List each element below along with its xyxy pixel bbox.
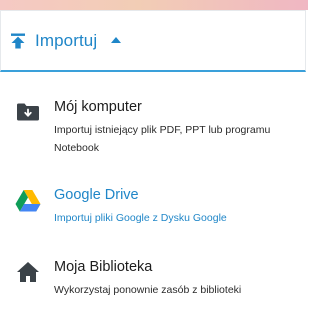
- menu-item-my-library[interactable]: Moja Biblioteka Wykorzystaj ponownie zas…: [14, 258, 300, 318]
- import-menu-panel: Importuj Mój komputer Importuj istniejąc…: [0, 10, 308, 306]
- caret-up-icon: [111, 36, 122, 43]
- menu-item-description: Importuj pliki Google z Dysku Google: [54, 212, 227, 224]
- menu-item-title: Moja Biblioteka: [54, 259, 153, 275]
- google-drive-icon: [14, 186, 42, 214]
- menu-item-title: Mój komputer: [54, 99, 142, 115]
- menu-item-my-computer[interactable]: Mój komputer Importuj istniejący plik PD…: [14, 98, 300, 158]
- menu-item-title: Google Drive: [54, 187, 139, 203]
- upload-arrow-icon: [9, 32, 27, 50]
- folder-download-icon: [14, 98, 42, 126]
- import-menu-header[interactable]: Importuj: [0, 10, 306, 72]
- top-decorative-strip: [0, 0, 308, 10]
- menu-item-google-drive[interactable]: Google Drive Importuj pliki Google z Dys…: [14, 186, 300, 246]
- home-icon: [14, 258, 42, 286]
- import-menu-title: Importuj: [35, 30, 98, 50]
- menu-item-description: Wykorzystaj ponownie zasób z biblioteki: [54, 284, 242, 296]
- menu-item-description: Importuj istniejący plik PDF, PPT lub pr…: [54, 124, 271, 154]
